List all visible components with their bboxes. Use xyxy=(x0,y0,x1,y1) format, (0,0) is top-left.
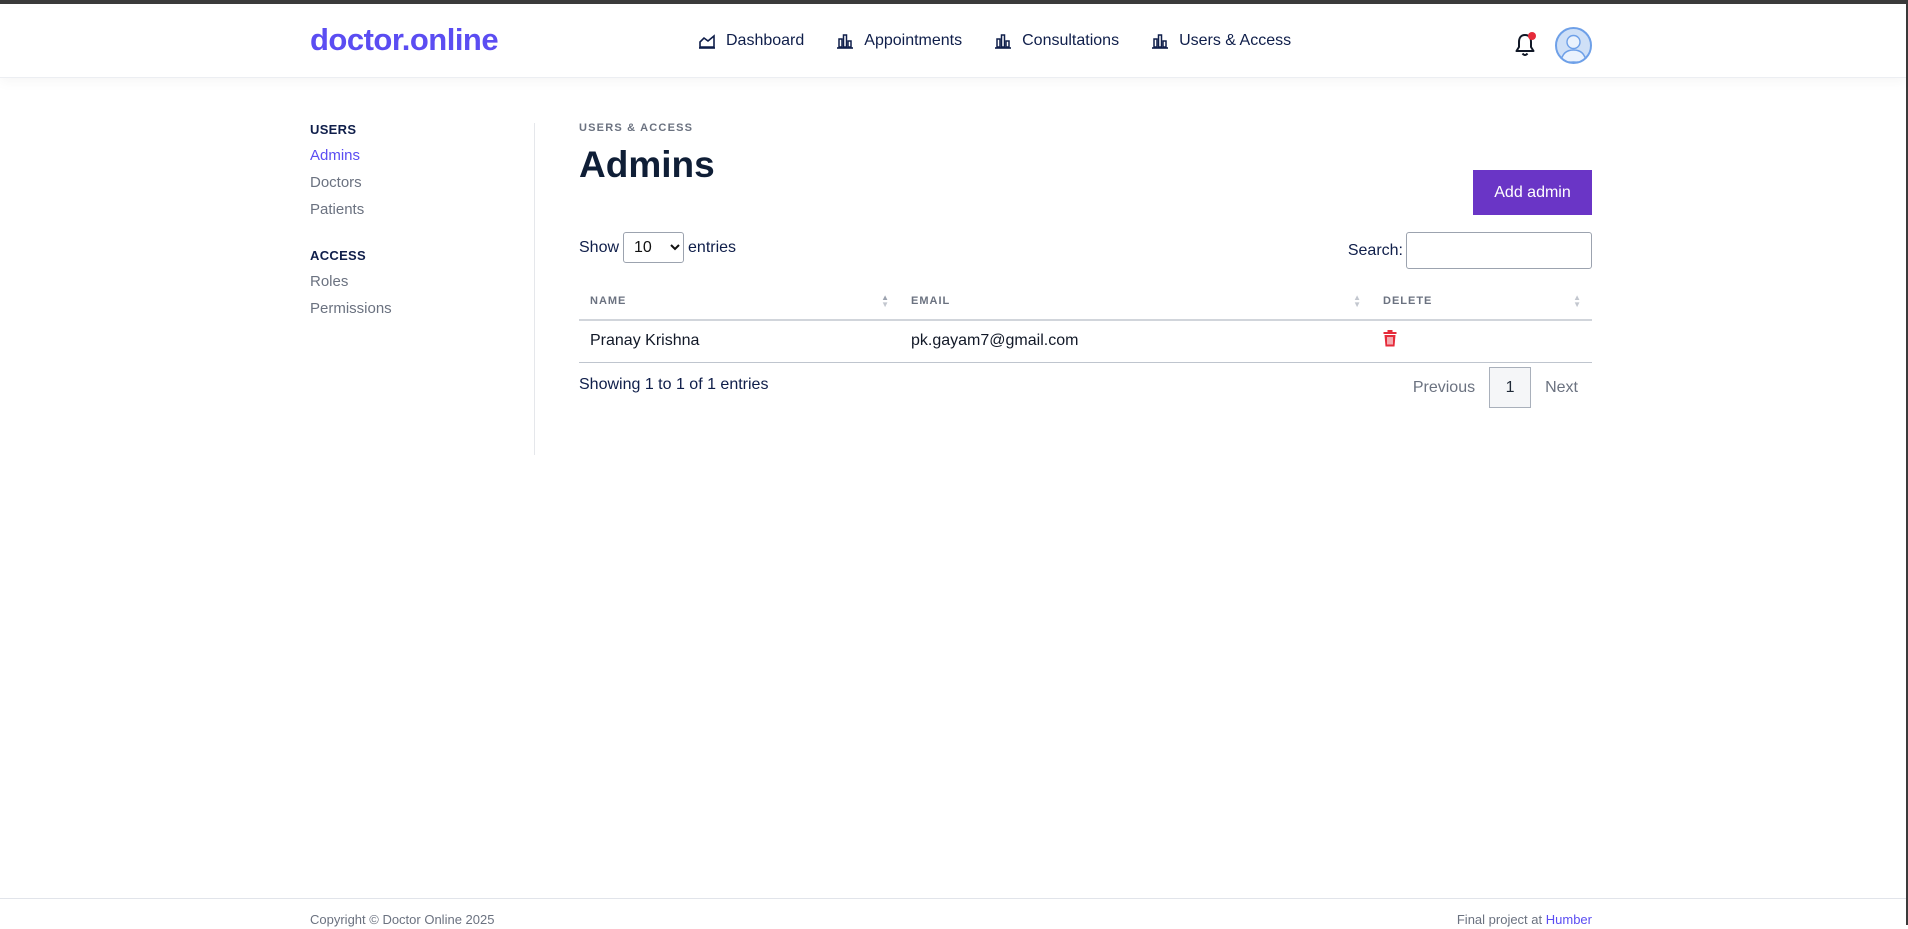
table-controls: Show 10 entries Search: xyxy=(579,232,1592,272)
next-button[interactable]: Next xyxy=(1531,379,1592,397)
trash-icon[interactable] xyxy=(1383,330,1397,352)
sidebar-item-admins[interactable]: Admins xyxy=(310,147,530,164)
pagination: Previous 1 Next xyxy=(1399,367,1592,408)
search-input[interactable] xyxy=(1406,232,1592,269)
sidebar-heading-users: USERS xyxy=(310,122,357,137)
sidebar-group-access: ACCESS Roles Permissions xyxy=(310,248,530,317)
bar-chart-icon xyxy=(837,34,854,49)
column-header-name-label: NAME xyxy=(590,294,627,307)
logo[interactable]: doctor.online xyxy=(310,22,499,58)
previous-button[interactable]: Previous xyxy=(1399,379,1489,397)
main-nav: Dashboard Appointments Consultations Use… xyxy=(698,32,1323,50)
nav-appointments-label: Appointments xyxy=(864,32,963,49)
column-header-email-label: EMAIL xyxy=(911,294,951,307)
page-size-select[interactable]: 10 xyxy=(623,232,685,263)
bar-chart-icon xyxy=(1152,34,1169,49)
user-avatar-icon xyxy=(1560,34,1587,62)
nav-users-access-label: Users & Access xyxy=(1179,32,1292,49)
nav-dashboard-label: Dashboard xyxy=(726,32,805,49)
sort-icon: ▲ ▼ xyxy=(1353,293,1362,309)
sidebar-group-users: USERS Admins Doctors Patients xyxy=(310,122,530,218)
nav-users-access[interactable]: Users & Access xyxy=(1151,32,1291,50)
bar-chart-icon xyxy=(995,34,1012,49)
sort-asc-icon: ▲ ▼ xyxy=(881,293,890,309)
notifications-button[interactable] xyxy=(1513,32,1537,58)
entries-label: entries xyxy=(688,238,737,256)
table-row: Pranay Krishna pk.gayam7@gmail.com xyxy=(579,320,1592,363)
area-chart-icon xyxy=(699,34,715,49)
sidebar-item-roles[interactable]: Roles xyxy=(310,273,530,290)
breadcrumb: USERS & ACCESS xyxy=(579,122,694,134)
table-header-row: NAME ▲ ▼ EMAIL ▲ ▼ DELETE ▲ ▼ xyxy=(579,282,1592,321)
sidebar-divider xyxy=(534,123,535,455)
top-header: doctor.online Dashboard Appointments Con… xyxy=(0,8,1906,78)
sidebar-item-doctors[interactable]: Doctors xyxy=(310,174,530,191)
sidebar-heading-access: ACCESS xyxy=(310,248,366,263)
nav-consultations-label: Consultations xyxy=(1022,32,1120,49)
nav-appointments[interactable]: Appointments xyxy=(836,32,962,50)
column-header-email[interactable]: EMAIL ▲ ▼ xyxy=(900,282,1372,321)
user-avatar[interactable] xyxy=(1555,27,1592,64)
sidebar-item-permissions[interactable]: Permissions xyxy=(310,300,530,317)
nav-dashboard[interactable]: Dashboard xyxy=(698,32,804,50)
page-title: Admins xyxy=(579,144,715,185)
nav-consultations[interactable]: Consultations xyxy=(994,32,1119,50)
column-header-delete[interactable]: DELETE ▲ ▼ xyxy=(1372,282,1592,321)
page-size-control: Show 10 entries xyxy=(579,232,736,263)
search-label: Search: xyxy=(1347,241,1403,259)
notification-badge xyxy=(1528,32,1536,40)
footer: Copyright © Doctor Online 2025 Final pro… xyxy=(0,898,1906,929)
sort-icon: ▲ ▼ xyxy=(1573,293,1582,309)
main-content: USERS & ACCESS Admins Add admin Show 10 … xyxy=(579,122,1592,408)
sidebar: USERS Admins Doctors Patients ACCESS Rol… xyxy=(310,122,530,327)
show-label: Show xyxy=(579,238,620,256)
search-control: Search: xyxy=(1348,232,1592,269)
table-info: Showing 1 to 1 of 1 entries xyxy=(579,376,769,393)
column-header-delete-label: DELETE xyxy=(1383,294,1433,307)
page-button[interactable]: 1 xyxy=(1489,367,1532,408)
admins-table: NAME ▲ ▼ EMAIL ▲ ▼ DELETE ▲ ▼ Pranay Krishn… xyxy=(579,282,1592,363)
app-window: doctor.online Dashboard Appointments Con… xyxy=(0,0,1908,929)
cell-name: Pranay Krishna xyxy=(579,320,900,363)
add-admin-button[interactable]: Add admin xyxy=(1473,170,1592,215)
cell-delete xyxy=(1372,320,1592,363)
sidebar-item-patients[interactable]: Patients xyxy=(310,201,530,218)
column-header-name[interactable]: NAME ▲ ▼ xyxy=(579,282,900,321)
cell-email: pk.gayam7@gmail.com xyxy=(900,320,1372,363)
